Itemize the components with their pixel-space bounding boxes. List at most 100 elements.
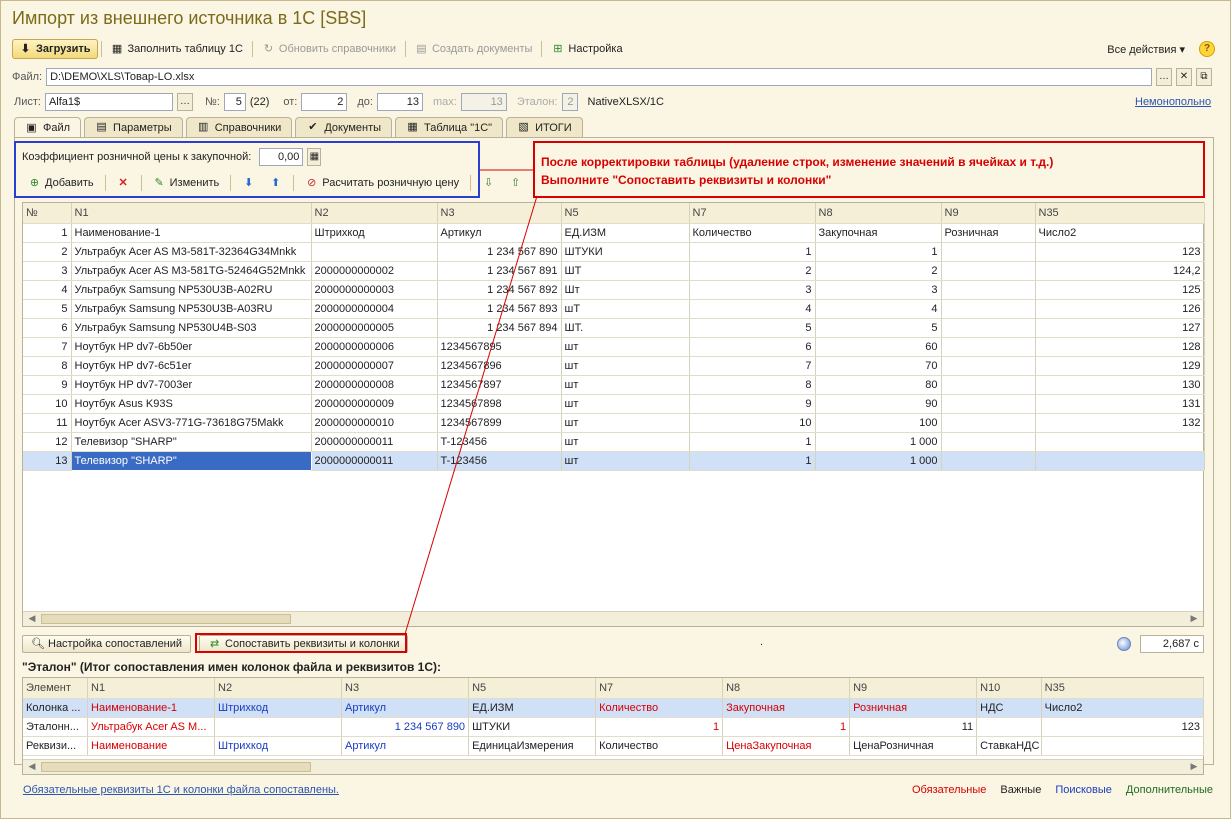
- table-cell[interactable]: 3: [23, 261, 72, 281]
- table-cell[interactable]: 13: [23, 451, 72, 471]
- table-cell[interactable]: 125: [1035, 280, 1205, 300]
- table-cell[interactable]: 2000000000008: [311, 375, 438, 395]
- table-cell[interactable]: 2000000000007: [311, 356, 438, 376]
- table-cell[interactable]: 2: [815, 261, 942, 281]
- column-header[interactable]: Элемент: [23, 678, 89, 699]
- table-cell[interactable]: 6: [23, 318, 72, 338]
- etalon-cell[interactable]: Артикул: [341, 736, 470, 756]
- table-cell[interactable]: 1: [23, 223, 72, 243]
- tab-table-1c[interactable]: ▦ Таблица "1С": [395, 117, 504, 137]
- table-cell[interactable]: 10: [689, 413, 816, 433]
- table-row[interactable]: 5 Ультрабук Samsung NP530U3B-A03RU 2000000…: [23, 299, 1205, 319]
- column-header[interactable]: N10: [976, 678, 1042, 699]
- table-row[interactable]: 2 Ультрабук Acer AS M3-581T-32364G34Mnkk 1…: [23, 242, 1205, 262]
- table-cell[interactable]: 6: [689, 337, 816, 357]
- table-cell[interactable]: T-123456: [437, 451, 562, 471]
- table-cell[interactable]: [941, 318, 1036, 338]
- column-header[interactable]: N1: [71, 203, 312, 224]
- table-cell[interactable]: 1234567898: [437, 394, 562, 414]
- etalon-cell[interactable]: ШТУКИ: [468, 717, 597, 737]
- table-cell[interactable]: шТ: [561, 299, 690, 319]
- table-cell[interactable]: 7: [23, 337, 72, 357]
- etalon-cell[interactable]: Штрихкод: [214, 736, 343, 756]
- scroll-right-icon[interactable]: ▶: [1187, 761, 1201, 773]
- to-row-input[interactable]: 13: [376, 93, 423, 111]
- etalon-cell[interactable]: Ультрабук Acer AS M...: [87, 717, 216, 737]
- table-cell[interactable]: [941, 375, 1036, 395]
- exclusive-mode-link[interactable]: Немонопольно: [1135, 96, 1211, 108]
- horizontal-scrollbar[interactable]: ◀ ▶: [23, 611, 1203, 626]
- settings-button[interactable]: ⊞ Настройка: [545, 39, 628, 59]
- etalon-cell[interactable]: Наименование: [87, 736, 216, 756]
- etalon-cell[interactable]: Количество: [595, 736, 724, 756]
- column-header[interactable]: №: [23, 203, 72, 224]
- etalon-scrollbar[interactable]: ◀ ▶: [23, 759, 1203, 774]
- open-icon[interactable]: ⧉: [1196, 68, 1212, 86]
- table-cell[interactable]: шт: [561, 432, 690, 452]
- table-cell[interactable]: 126: [1035, 299, 1205, 319]
- clear-icon[interactable]: ✕: [1176, 68, 1192, 86]
- table-cell[interactable]: 5: [689, 318, 816, 338]
- scrollbar-thumb[interactable]: [41, 762, 311, 772]
- table-cell[interactable]: [311, 242, 438, 262]
- etalon-cell[interactable]: 123: [1041, 717, 1205, 737]
- column-header[interactable]: N35: [1035, 203, 1205, 224]
- etalon-cell[interactable]: ЕдиницаИзмерения: [468, 736, 597, 756]
- etalon-cell[interactable]: ЦенаЗакупочная: [722, 736, 851, 756]
- etalon-cell[interactable]: НДС: [976, 698, 1042, 718]
- etalon-cell[interactable]: Реквизи...: [23, 736, 89, 756]
- table-cell[interactable]: Ультрабук Samsung NP530U4B-S03: [71, 318, 312, 338]
- sheet-select-button[interactable]: …: [176, 93, 193, 111]
- create-docs-button[interactable]: ▤ Создать документы: [409, 39, 538, 59]
- etalon-cell[interactable]: Штрихкод: [214, 698, 343, 718]
- etalon-row[interactable]: Колонка ... Наименование-1 Штрихкод Артикул…: [23, 698, 1205, 718]
- table-cell[interactable]: 2000000000011: [311, 451, 438, 471]
- etalon-cell[interactable]: [214, 717, 343, 737]
- fill-table-button[interactable]: ▦ Заполнить таблицу 1С: [105, 39, 249, 59]
- table-cell[interactable]: [1035, 451, 1205, 471]
- table-cell[interactable]: 132: [1035, 413, 1205, 433]
- table-cell[interactable]: 1234567899: [437, 413, 562, 433]
- etalon-cell[interactable]: 1 234 567 890: [341, 717, 470, 737]
- file-path-input[interactable]: D:\DEMO\XLS\Товар-LO.xlsx: [46, 68, 1152, 86]
- column-header[interactable]: N7: [595, 678, 724, 699]
- table-cell[interactable]: 2000000000004: [311, 299, 438, 319]
- table-cell[interactable]: 4: [815, 299, 942, 319]
- etalon-cell[interactable]: Наименование-1: [87, 698, 216, 718]
- table-cell[interactable]: 131: [1035, 394, 1205, 414]
- table-cell[interactable]: 2000000000002: [311, 261, 438, 281]
- table-cell[interactable]: Ультрабук Acer AS M3-581T-32364G34Mnkk: [71, 242, 312, 262]
- update-refs-button[interactable]: ↻ Обновить справочники: [256, 39, 402, 59]
- table-cell[interactable]: ШТУКИ: [561, 242, 690, 262]
- table-cell[interactable]: 90: [815, 394, 942, 414]
- table-cell[interactable]: [941, 280, 1036, 300]
- sheet-input[interactable]: Alfa1$: [44, 93, 173, 111]
- table-cell[interactable]: 80: [815, 375, 942, 395]
- table-cell[interactable]: 4: [689, 299, 816, 319]
- table-cell[interactable]: 2000000000006: [311, 337, 438, 357]
- column-header[interactable]: N8: [722, 678, 851, 699]
- table-cell[interactable]: Закупочная: [815, 223, 942, 243]
- scroll-left-icon[interactable]: ◀: [25, 613, 39, 625]
- column-header[interactable]: N9: [941, 203, 1036, 224]
- etalon-cell[interactable]: ЕД.ИЗМ: [468, 698, 597, 718]
- table-cell[interactable]: 70: [815, 356, 942, 376]
- table-cell[interactable]: шт: [561, 375, 690, 395]
- tab-totals[interactable]: ▧ ИТОГИ: [506, 117, 583, 137]
- table-cell[interactable]: 12: [23, 432, 72, 452]
- etalon-row[interactable]: Реквизи... Наименование Штрихкод Артикул Еди…: [23, 736, 1205, 756]
- column-header[interactable]: N2: [214, 678, 343, 699]
- etalon-table[interactable]: Элемент N1 N2 N3 N5 N7 N8 N9 N10 N35 Колонка ... Н…: [22, 677, 1205, 775]
- tab-file[interactable]: ▣ Файл: [14, 117, 82, 138]
- table-cell[interactable]: 1234567897: [437, 375, 562, 395]
- table-cell[interactable]: 8: [23, 356, 72, 376]
- table-cell[interactable]: шт: [561, 394, 690, 414]
- table-row[interactable]: 13 Телевизор "SHARP" 2000000000011 T-123456…: [23, 450, 1205, 471]
- column-header[interactable]: N9: [849, 678, 978, 699]
- column-header[interactable]: N8: [815, 203, 942, 224]
- table-row[interactable]: 1 Наименование-1 Штрихкод Артикул ЕД.ИЗМ Коли…: [23, 223, 1205, 243]
- table-row[interactable]: 10 Ноутбук Asus K93S 2000000000009 12345678…: [23, 394, 1205, 414]
- table-row[interactable]: 7 Ноутбук HP dv7-6b50er 2000000000006 12345…: [23, 337, 1205, 357]
- table-cell[interactable]: Ноутбук HP dv7-7003er: [71, 375, 312, 395]
- table-cell[interactable]: 128: [1035, 337, 1205, 357]
